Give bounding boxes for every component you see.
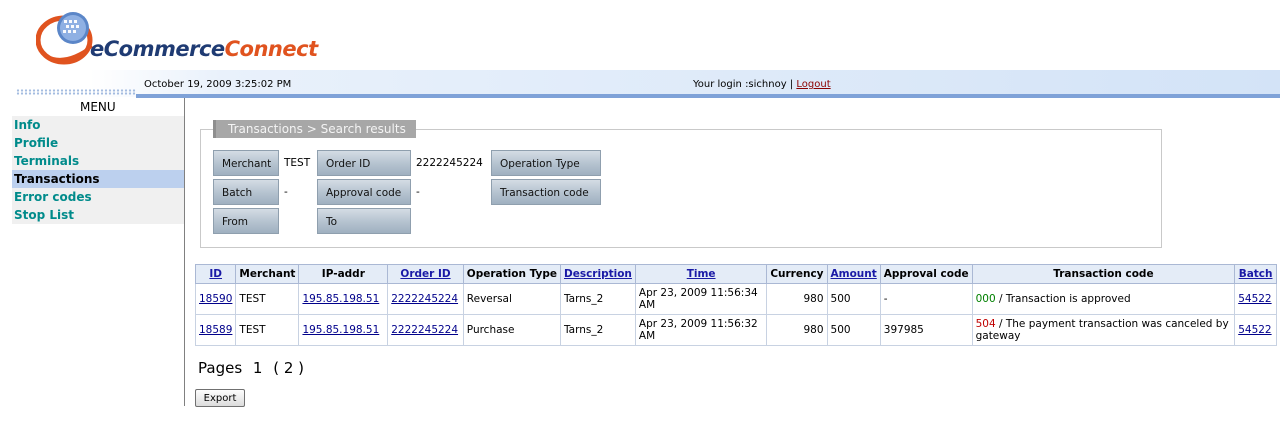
col-header-time[interactable]: Time bbox=[634, 264, 768, 284]
transaction-code-value: 504 bbox=[975, 318, 996, 330]
batch-value: - bbox=[284, 186, 288, 198]
current-page: 1 bbox=[252, 359, 263, 377]
header-dots-decoration bbox=[16, 89, 136, 95]
cell-description: Tarns_2 bbox=[560, 314, 636, 346]
logo-text-part2: Connect bbox=[224, 37, 318, 61]
login-label: Your login :sichnoy bbox=[693, 79, 787, 90]
col-header-operation-type: Operation Type bbox=[462, 264, 562, 284]
table-row: 18590 TEST 195.85.198.51 2222245224 Reve… bbox=[194, 283, 1277, 315]
merchant-filter-button[interactable]: Merchant bbox=[213, 150, 279, 176]
table-header-row: ID Merchant IP-addr Order ID Operation T… bbox=[194, 264, 1277, 284]
transactions-table: ID Merchant IP-addr Order ID Operation T… bbox=[194, 264, 1277, 346]
login-info: Your login :sichnoy | Logout bbox=[693, 79, 831, 90]
order-id-value: 2222245224 bbox=[416, 157, 483, 169]
cell-currency: 980 bbox=[766, 283, 828, 315]
current-datetime: October 19, 2009 3:25:02 PM bbox=[144, 79, 292, 90]
cell-operation-type: Reversal bbox=[462, 283, 562, 315]
col-header-amount[interactable]: Amount bbox=[826, 264, 881, 284]
col-header-order-id[interactable]: Order ID bbox=[387, 264, 464, 284]
col-header-ip-addr: IP-addr bbox=[298, 264, 389, 284]
from-date-filter-button[interactable]: From bbox=[213, 208, 279, 234]
sidebar-item-info[interactable]: Info bbox=[12, 116, 184, 134]
col-header-merchant: Merchant bbox=[235, 264, 300, 284]
cell-order-id[interactable]: 2222245224 bbox=[387, 283, 464, 315]
logo-wordmark: eCommerceConnect bbox=[90, 37, 318, 61]
sidebar-item-terminals[interactable]: Terminals bbox=[12, 152, 184, 170]
cell-operation-type: Purchase bbox=[462, 314, 562, 346]
sidebar-menu: Info Profile Terminals Transactions Erro… bbox=[12, 116, 184, 224]
transaction-code-text: / Transaction is approved bbox=[998, 293, 1131, 305]
merchant-value: TEST bbox=[284, 157, 311, 169]
col-header-batch[interactable]: Batch bbox=[1234, 264, 1277, 284]
cell-time: Apr 23, 2009 11:56:34 AM bbox=[634, 283, 768, 315]
sidebar-item-error-codes[interactable]: Error codes bbox=[12, 188, 184, 206]
sidebar-item-stop-list[interactable]: Stop List bbox=[12, 206, 184, 224]
cell-transaction-code: 504 / The payment transaction was cancel… bbox=[971, 314, 1236, 346]
cell-merchant: TEST bbox=[235, 314, 300, 346]
cell-id[interactable]: 18590 bbox=[194, 283, 237, 315]
col-header-transaction-code: Transaction code bbox=[971, 264, 1236, 284]
col-header-approval-code: Approval code bbox=[879, 264, 973, 284]
operation-type-filter-button[interactable]: Operation Type bbox=[491, 150, 601, 176]
transaction-code-filter-button[interactable]: Transaction code bbox=[491, 179, 601, 205]
col-header-currency: Currency bbox=[766, 264, 828, 284]
cell-merchant: TEST bbox=[235, 283, 300, 315]
logo-globe-icon bbox=[36, 12, 93, 65]
header-rule bbox=[136, 94, 1280, 98]
cell-currency: 980 bbox=[766, 314, 828, 346]
cell-description: Tarns_2 bbox=[560, 283, 636, 315]
cell-time: Apr 23, 2009 11:56:32 AM bbox=[634, 314, 768, 346]
approval-code-value: - bbox=[416, 186, 420, 198]
approval-code-filter-button[interactable]: Approval code bbox=[317, 179, 411, 205]
page-link[interactable]: ( 2 ) bbox=[273, 359, 304, 377]
sidebar-item-transactions[interactable]: Transactions bbox=[12, 170, 184, 188]
cell-batch[interactable]: 54522 bbox=[1234, 314, 1277, 346]
logo-text-part1: eCommerce bbox=[90, 37, 225, 61]
table-row: 18589 TEST 195.85.198.51 2222245224 Purc… bbox=[194, 314, 1277, 346]
logout-link[interactable]: Logout bbox=[796, 79, 830, 90]
cell-amount: 500 bbox=[826, 283, 881, 315]
cell-ip-addr[interactable]: 195.85.198.51 bbox=[298, 314, 389, 346]
cell-approval-code: 397985 bbox=[879, 314, 973, 346]
breadcrumb: Transactions > Search results bbox=[213, 120, 416, 138]
cell-transaction-code: 000 / Transaction is approved bbox=[971, 283, 1236, 315]
pages-label: Pages bbox=[198, 359, 243, 377]
col-header-id[interactable]: ID bbox=[194, 264, 237, 284]
order-id-filter-button[interactable]: Order ID bbox=[317, 150, 411, 176]
batch-filter-button[interactable]: Batch bbox=[213, 179, 279, 205]
cell-ip-addr[interactable]: 195.85.198.51 bbox=[298, 283, 389, 315]
cell-batch[interactable]: 54522 bbox=[1234, 283, 1277, 315]
cell-id[interactable]: 18589 bbox=[194, 314, 237, 346]
cell-order-id[interactable]: 2222245224 bbox=[387, 314, 464, 346]
transaction-code-value: 000 bbox=[975, 293, 996, 305]
to-date-filter-button[interactable]: To bbox=[317, 208, 411, 234]
cell-amount: 500 bbox=[826, 314, 881, 346]
ecommerceconnect-logo: eCommerceConnect bbox=[36, 6, 326, 68]
pagination: Pages 1 ( 2 ) bbox=[198, 359, 310, 377]
cell-approval-code: - bbox=[879, 283, 973, 315]
transaction-code-text: / The payment transaction was canceled b… bbox=[975, 318, 1229, 342]
sidebar-divider bbox=[184, 98, 185, 406]
login-separator: | bbox=[789, 79, 794, 90]
sidebar-item-profile[interactable]: Profile bbox=[12, 134, 184, 152]
col-header-description[interactable]: Description bbox=[560, 264, 636, 284]
menu-title: MENU bbox=[80, 100, 116, 114]
export-button[interactable]: Export bbox=[195, 389, 245, 407]
